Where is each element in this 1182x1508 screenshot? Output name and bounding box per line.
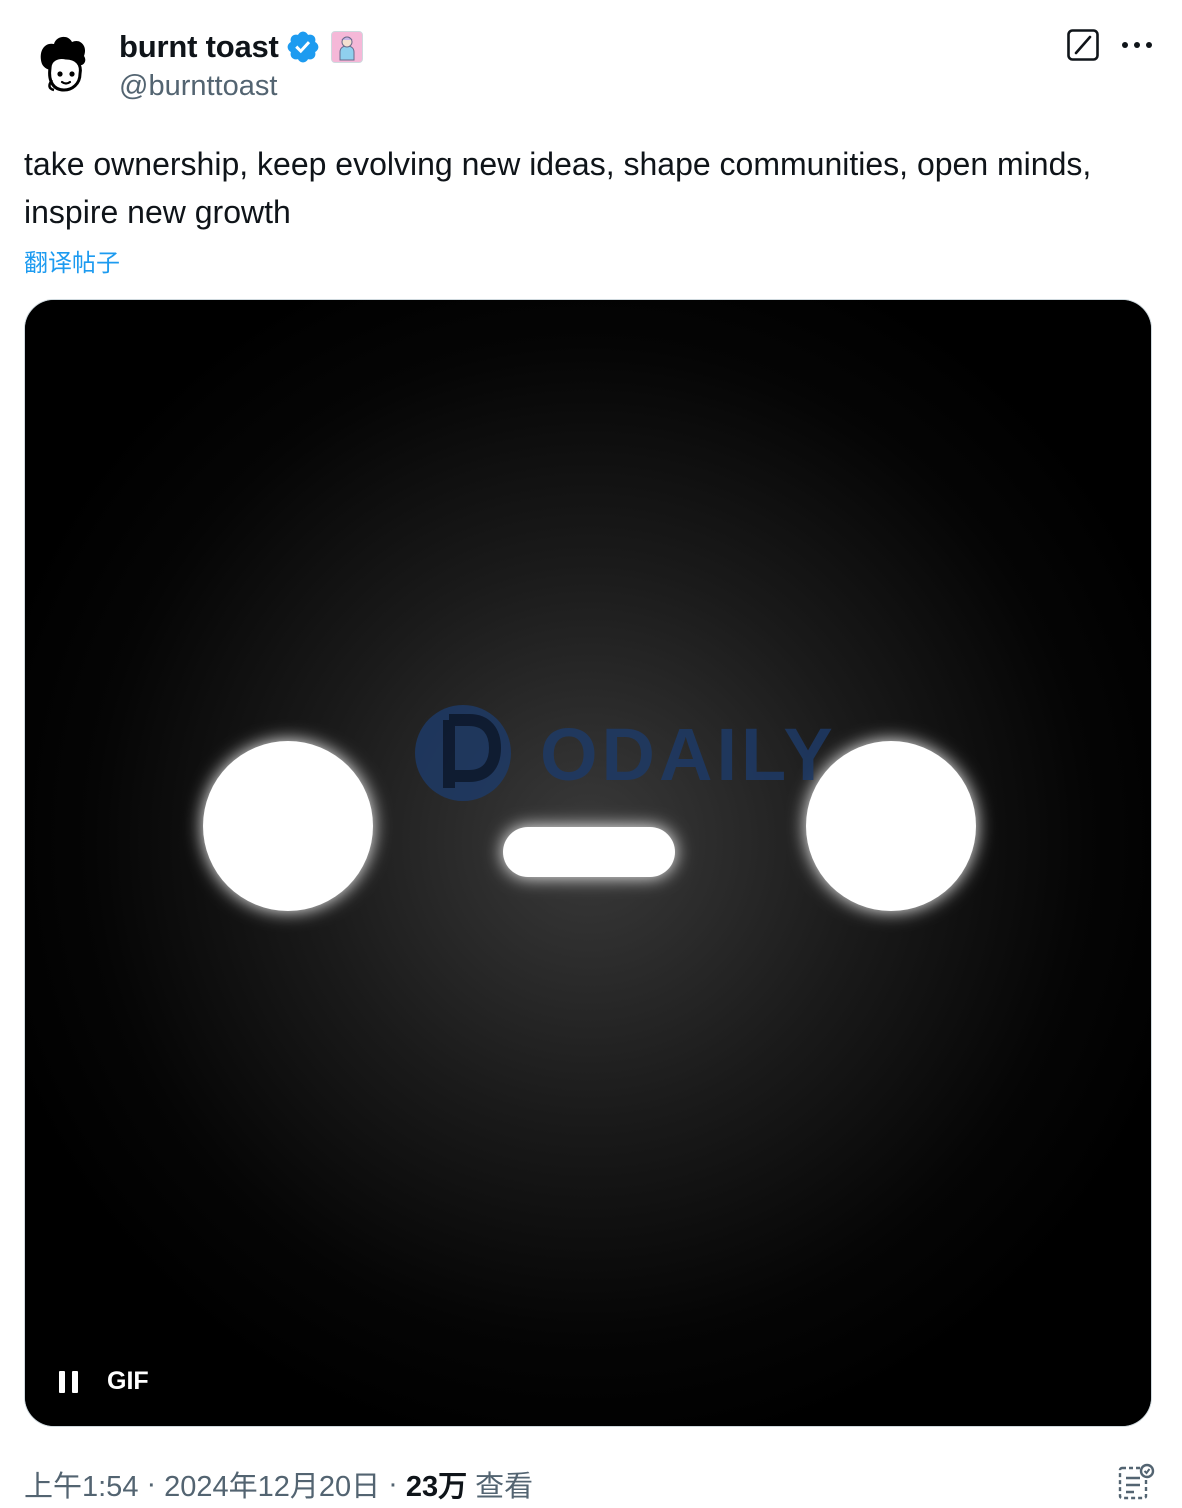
affiliate-badge-icon[interactable] [330,31,363,63]
tweet-meta: 上午1:54 · 2024年12月20日 · 23万 查看 [24,1463,533,1505]
views-label: 查看 [475,1471,534,1503]
tweet-date[interactable]: 2024年12月20日 [164,1463,380,1505]
tweet-time[interactable]: 上午1:54 [24,1463,138,1505]
meta-separator: · [146,1467,157,1500]
verified-badge-icon[interactable] [285,29,321,65]
mouth [503,827,675,877]
tweet-media-gif[interactable]: ODAILY GIF [24,299,1152,1427]
media-controls: GIF [59,1367,149,1396]
analytics-icon[interactable] [1116,1462,1156,1502]
meta-separator: · [388,1467,398,1500]
more-options-icon[interactable] [1118,30,1156,60]
tweet-text: take ownership, keep evolving new ideas,… [24,146,1092,230]
author-name-row: burnt toast [119,28,363,66]
author-handle[interactable]: @burnttoast [119,70,277,103]
glowing-face-image: ODAILY [25,300,1151,1426]
burnt-toast-avatar-icon [24,24,104,104]
views-count: 23万 [405,1471,468,1503]
svg-text:ODAILY: ODAILY [540,713,837,796]
grok-icon[interactable] [1066,28,1100,62]
author-avatar[interactable] [24,24,104,104]
left-eye [203,741,373,911]
translate-post-link[interactable]: 翻译帖子 [24,243,120,278]
gif-label: GIF [107,1367,149,1395]
pause-icon[interactable] [59,1370,79,1393]
author-display-name[interactable]: burnt toast [119,29,279,65]
odaily-watermark: ODAILY [415,705,837,801]
